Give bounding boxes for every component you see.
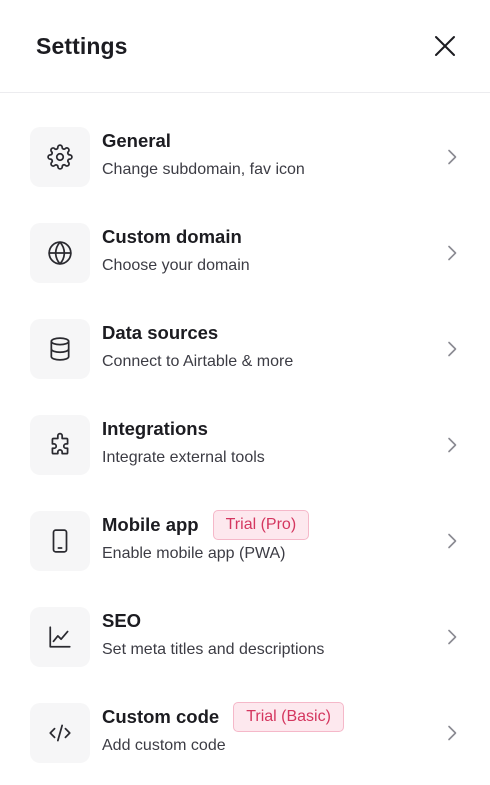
item-description: Add custom code <box>102 737 226 754</box>
settings-item-general[interactable]: General Change subdomain, fav icon <box>0 127 490 223</box>
item-text: Custom code Trial (Basic) Add custom cod… <box>102 702 460 755</box>
settings-item-custom-domain[interactable]: Custom domain Choose your domain <box>0 223 490 319</box>
item-label: Mobile app <box>102 514 199 535</box>
icon-box <box>30 223 90 283</box>
chevron-right-icon <box>448 533 457 549</box>
settings-panel: Settings General Change subdomain, fav i… <box>0 0 490 785</box>
chevron-right-icon <box>448 245 457 261</box>
globe-icon <box>48 241 72 265</box>
item-label: Integrations <box>102 418 208 439</box>
close-icon <box>435 36 455 56</box>
label-row: General <box>102 128 460 154</box>
settings-item-integrations[interactable]: Integrations Integrate external tools <box>0 415 490 511</box>
icon-box <box>30 319 90 379</box>
label-row: Data sources <box>102 320 460 346</box>
label-row: SEO <box>102 608 460 634</box>
item-description: Enable mobile app (PWA) <box>102 545 286 562</box>
smartphone-icon <box>52 529 68 553</box>
trial-badge: Trial (Basic) <box>233 702 344 732</box>
chevron-right-icon <box>448 629 457 645</box>
label-row: Integrations <box>102 416 460 442</box>
gear-icon <box>47 144 73 170</box>
icon-box <box>30 703 90 763</box>
icon-box <box>30 127 90 187</box>
item-label: Custom domain <box>102 226 242 247</box>
chevron-right-icon <box>448 725 457 741</box>
item-label: Custom code <box>102 706 220 727</box>
item-text: Custom domain Choose your domain <box>102 223 460 275</box>
item-label: Data sources <box>102 322 219 343</box>
chevron-right-icon <box>448 341 457 357</box>
item-text: Data sources Connect to Airtable & more <box>102 319 460 371</box>
database-icon <box>50 337 70 361</box>
chevron-right-icon <box>448 149 457 165</box>
item-text: Mobile app Trial (Pro) Enable mobile app… <box>102 510 460 563</box>
close-button[interactable] <box>430 31 460 61</box>
chart-line-icon <box>49 626 71 648</box>
item-label: SEO <box>102 610 142 631</box>
label-row: Custom domain <box>102 224 460 250</box>
item-text: SEO Set meta titles and descriptions <box>102 607 460 659</box>
settings-item-custom-code[interactable]: Custom code Trial (Basic) Add custom cod… <box>0 702 490 785</box>
label-row: Custom code Trial (Basic) <box>102 702 460 732</box>
item-description: Choose your domain <box>102 257 250 274</box>
item-description: Change subdomain, fav icon <box>102 161 305 178</box>
trial-badge: Trial (Pro) <box>212 510 310 540</box>
page-title: Settings <box>36 32 128 59</box>
icon-box <box>30 511 90 571</box>
item-description: Integrate external tools <box>102 449 265 466</box>
puzzle-icon <box>51 432 69 455</box>
settings-item-mobile-app[interactable]: Mobile app Trial (Pro) Enable mobile app… <box>0 510 490 607</box>
settings-item-seo[interactable]: SEO Set meta titles and descriptions <box>0 607 490 703</box>
icon-box <box>30 607 90 667</box>
icon-box <box>30 415 90 475</box>
settings-item-data-sources[interactable]: Data sources Connect to Airtable & more <box>0 319 490 415</box>
settings-list: General Change subdomain, fav icon Custo… <box>0 93 490 785</box>
item-label: General <box>102 130 171 151</box>
chevron-right-icon <box>448 437 457 453</box>
item-text: General Change subdomain, fav icon <box>102 127 460 179</box>
code-icon <box>49 724 71 742</box>
item-text: Integrations Integrate external tools <box>102 415 460 467</box>
settings-header: Settings <box>0 0 490 93</box>
label-row: Mobile app Trial (Pro) <box>102 510 460 540</box>
item-description: Connect to Airtable & more <box>102 353 294 370</box>
item-description: Set meta titles and descriptions <box>102 641 325 658</box>
